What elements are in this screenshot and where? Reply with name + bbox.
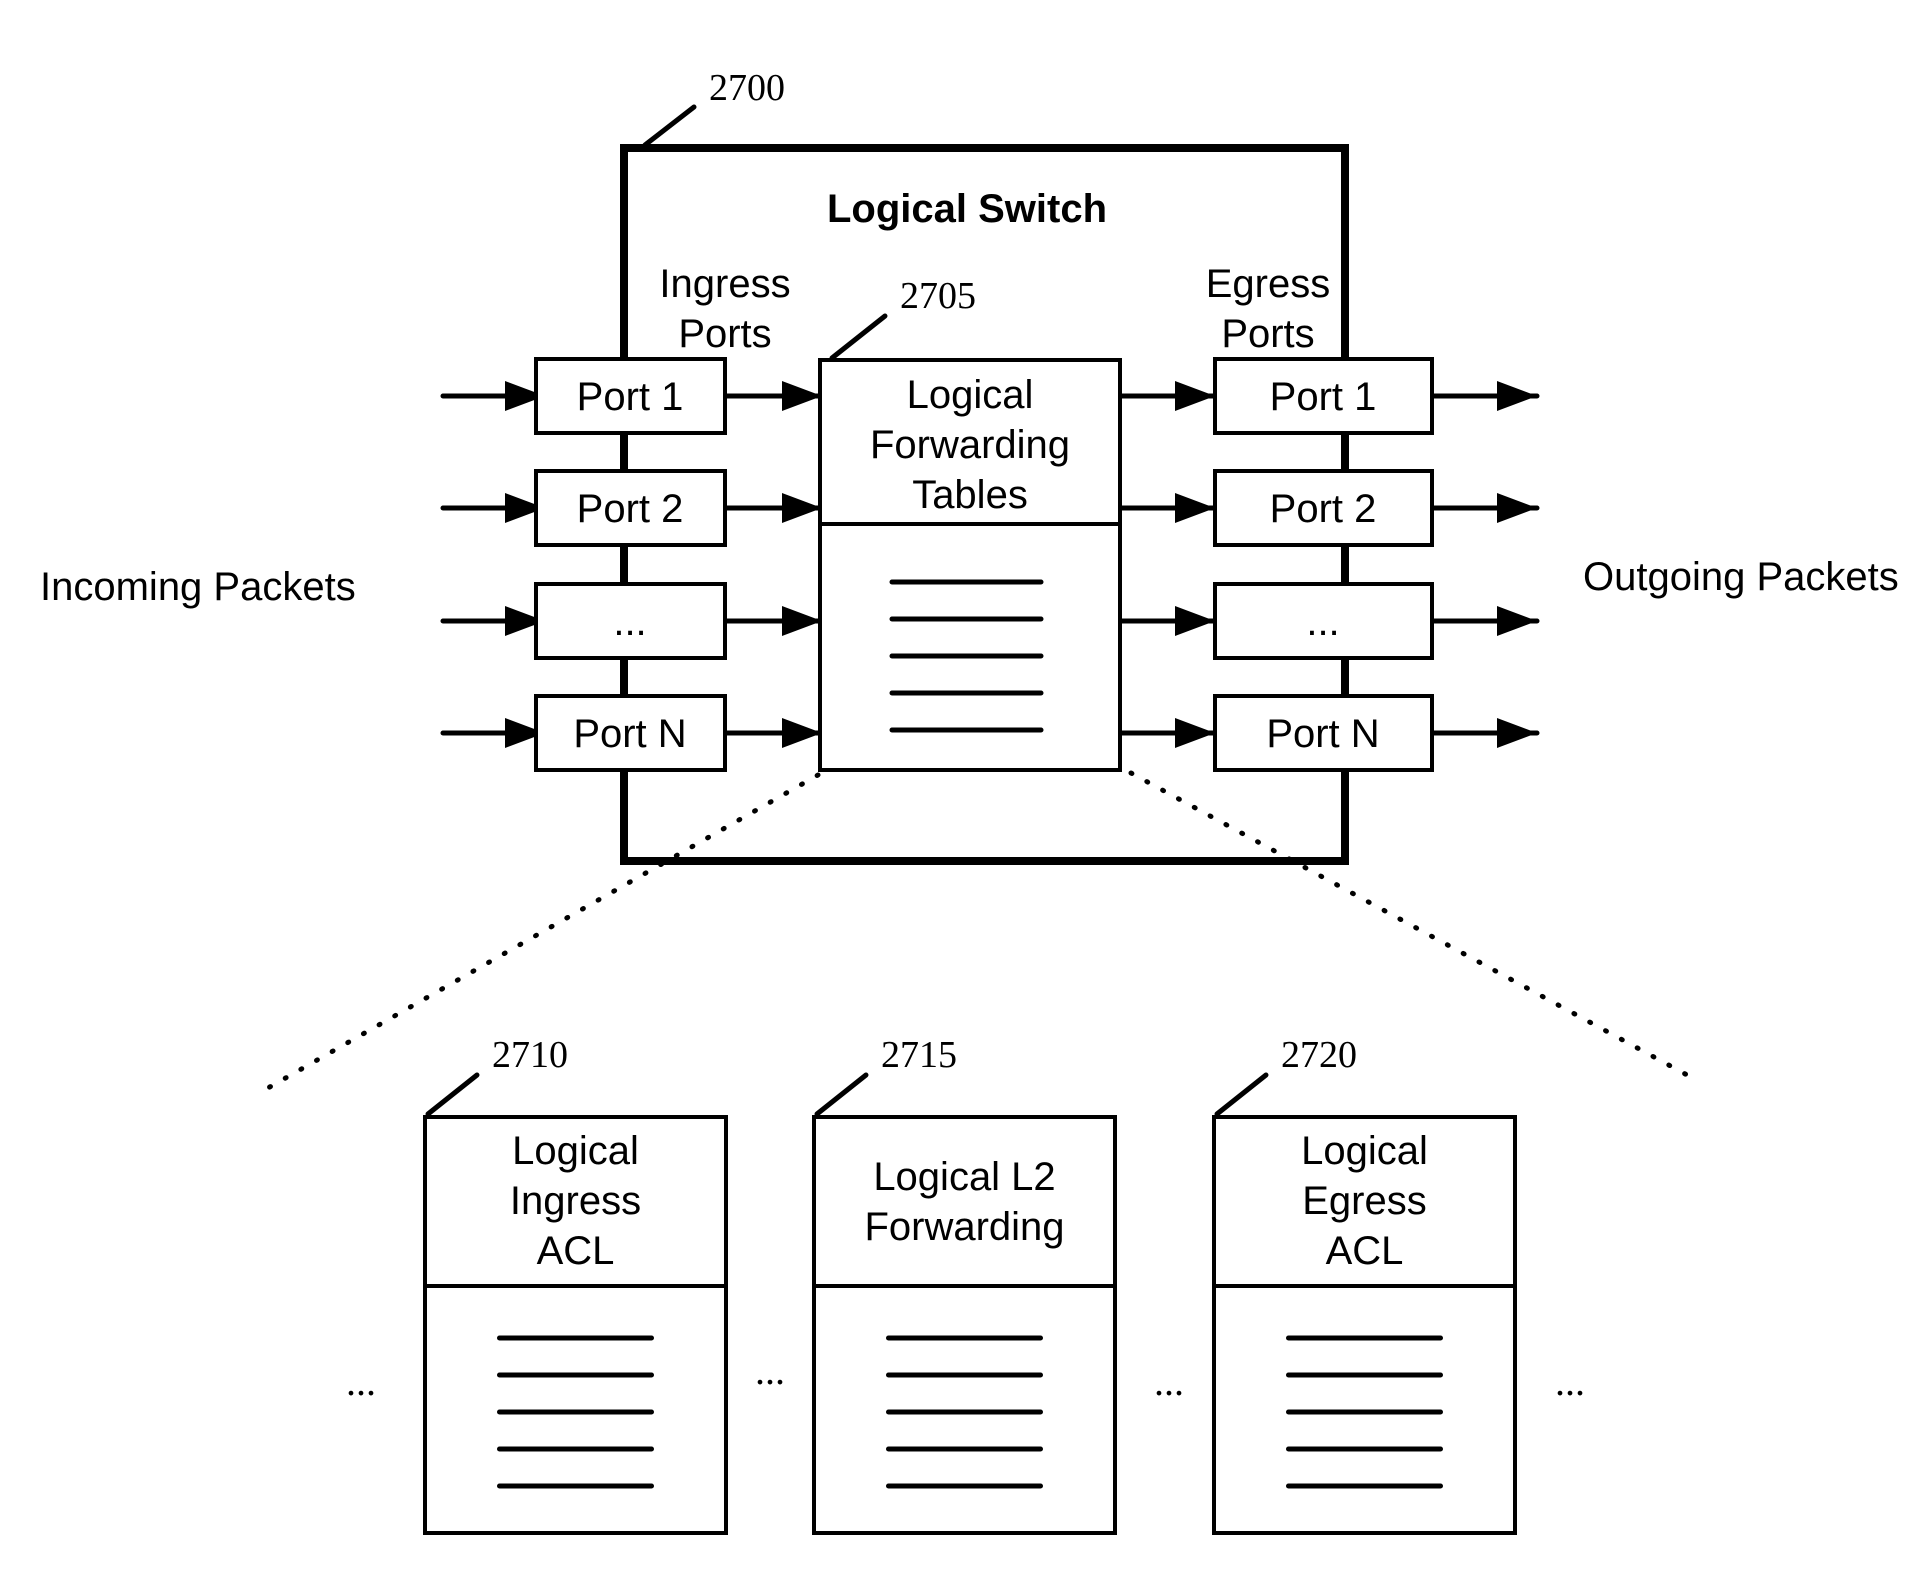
stage-table-title-line: Logical L2 <box>873 1155 1055 1199</box>
forwarding-tables-box <box>818 358 1122 772</box>
stage-table: 2710 Logical Ingress ACL <box>423 1034 728 1535</box>
ingress-port-label: ... <box>613 600 646 644</box>
ingress-port: ... <box>534 582 727 660</box>
egress-port-label: Port 2 <box>1270 487 1377 531</box>
stage-table: 2720 Logical Egress ACL <box>1212 1034 1517 1535</box>
ellipsis-after-egress-acl: ... <box>1555 1359 1585 1404</box>
stage-table-title-line: Logical <box>512 1129 639 1173</box>
ref-label-2715: 2715 <box>881 1034 957 1076</box>
logical-forwarding-tables: 2705 Logical Forwarding Tables <box>818 275 1122 772</box>
stage-table-title-line: Egress <box>1302 1179 1427 1223</box>
ingress-port: Port 2 <box>534 469 727 547</box>
ellipsis-between-l2-and-egress-acl: ... <box>1154 1359 1184 1404</box>
zoom-line-right <box>1128 770 1703 1085</box>
egress-port: ... <box>1213 582 1434 660</box>
forwarding-tables-title-line1: Logical <box>907 373 1034 417</box>
stage-table-title-line: ACL <box>537 1229 615 1273</box>
egress-port: Port N <box>1213 694 1434 772</box>
stage-table-title-line: Ingress <box>510 1179 641 1223</box>
ref-leader-2715 <box>814 1072 869 1117</box>
forwarding-tables-title-line2: Forwarding <box>870 423 1070 467</box>
forwarding-tables-title-line3: Tables <box>912 473 1028 517</box>
stage-table: 2715 Logical L2 Forwarding <box>812 1034 1117 1535</box>
egress-header-line2: Ports <box>1221 312 1314 356</box>
stage-table-title-line: Forwarding <box>864 1205 1064 1249</box>
ingress-header-line2: Ports <box>678 312 771 356</box>
egress-port-label: Port 1 <box>1270 375 1377 419</box>
ref-label-2710: 2710 <box>492 1034 568 1076</box>
logical-switch-title: Logical Switch <box>827 187 1107 231</box>
ref-leader-2705 <box>829 313 888 361</box>
ingress-port: Port 1 <box>534 357 727 435</box>
ref-leader-2710 <box>425 1072 480 1117</box>
ref-label-2700: 2700 <box>709 67 785 109</box>
ingress-port-label: Port N <box>573 712 686 756</box>
ingress-header-line1: Ingress <box>659 262 790 306</box>
egress-header-line1: Egress <box>1206 262 1331 306</box>
stage-table-title-line: Logical <box>1301 1129 1428 1173</box>
stage-tables: 2710 Logical Ingress ACL 2715 Logical L2 Forwa… <box>423 1034 1517 1535</box>
ingress-port: Port N <box>534 694 727 772</box>
ref-leader-2720 <box>1214 1072 1269 1117</box>
ref-label-2720: 2720 <box>1281 1034 1357 1076</box>
egress-port: Port 1 <box>1213 357 1434 435</box>
ref-leader-2700 <box>642 104 697 148</box>
ingress-port-label: Port 1 <box>577 375 684 419</box>
ingress-port-label: Port 2 <box>577 487 684 531</box>
ellipsis-before-ingress-acl: ... <box>346 1359 376 1404</box>
incoming-packets-label: Incoming Packets <box>40 565 356 609</box>
ellipsis-between-acl-and-l2: ... <box>755 1348 785 1393</box>
egress-port: Port 2 <box>1213 469 1434 547</box>
ref-label-2705: 2705 <box>900 275 976 317</box>
logical-switch-diagram: 2700 Logical Switch Ingress Ports Egress… <box>40 67 1899 1535</box>
egress-port-label: Port N <box>1266 712 1379 756</box>
stage-table-title-line: ACL <box>1326 1229 1404 1273</box>
egress-port-label: ... <box>1306 600 1339 644</box>
outgoing-packets-label: Outgoing Packets <box>1583 555 1899 599</box>
